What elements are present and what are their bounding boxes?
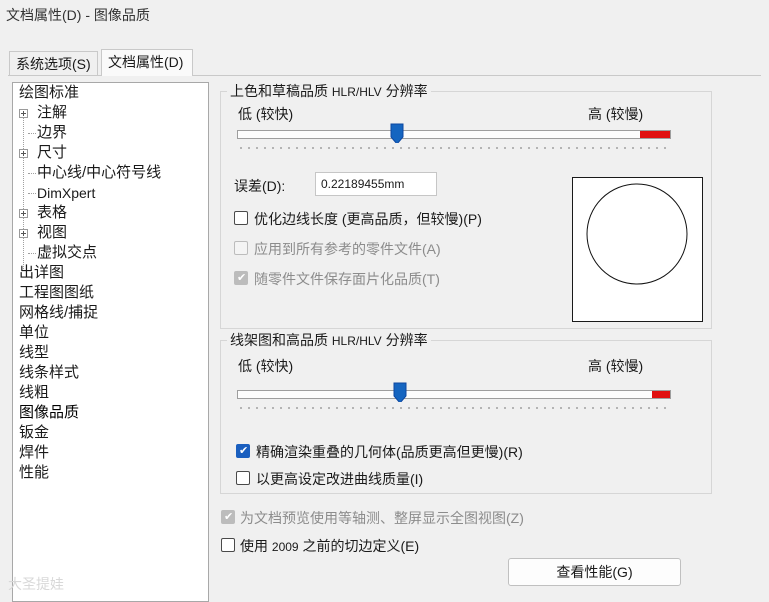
check-icon: ✔	[239, 445, 249, 457]
pre2009-text: 使用	[240, 538, 268, 554]
tab-system-options[interactable]: 系统选项(S)	[9, 51, 98, 75]
check-icon: ✔	[224, 511, 234, 523]
low-label: 低 (较快)	[238, 358, 294, 374]
tree-item-tables[interactable]: 表格	[37, 203, 67, 223]
group-title-text: HLR/HLV	[331, 334, 382, 348]
tree-item-virtual-sharps[interactable]: 虚拟交点	[37, 243, 97, 263]
group-title: 上色和草稿品质 HLR/HLV 分辨率	[227, 82, 431, 101]
precise-render-checkbox[interactable]: ✔	[236, 444, 250, 458]
group-title-text: 分辨率	[385, 332, 428, 348]
tree-item-centerlines[interactable]: 中心线/中心符号线	[37, 163, 161, 183]
shaded-quality-slider-track[interactable]	[237, 130, 671, 139]
high-label: 高 (较慢)	[588, 358, 644, 374]
tree-connector	[28, 253, 36, 254]
tree-item-line-font[interactable]: 线型	[19, 343, 49, 363]
tree-item-detailing[interactable]: 出详图	[19, 263, 64, 283]
tree-item-dimensions[interactable]: 尺寸	[37, 143, 67, 163]
shaded-quality-slider-thumb[interactable]	[390, 123, 404, 143]
tree-connector	[28, 173, 36, 174]
tree-item-line-thickness[interactable]: 线粗	[19, 383, 49, 403]
precise-render-label: 精确渲染重叠的几何体(品质更高但更慢)(R)	[256, 444, 523, 460]
watermark-logo: 大圣提娃	[8, 576, 64, 592]
tree-item-weldments[interactable]: 焊件	[19, 443, 49, 463]
tab-document-properties[interactable]: 文档属性(D)	[101, 49, 193, 76]
improve-curve-label: 以更高设定改进曲线质量(I)	[256, 471, 424, 487]
expand-icon[interactable]	[19, 209, 28, 218]
apply-all-checkbox[interactable]	[234, 241, 248, 255]
view-performance-button[interactable]: 查看性能(G)	[508, 558, 681, 586]
quality-preview	[572, 177, 703, 322]
pre2009-text: 2009	[271, 540, 299, 554]
tree-item-drafting-standard[interactable]: 绘图标准	[19, 83, 79, 103]
check-icon: ✔	[237, 272, 247, 284]
window-title: 文档属性(D) - 图像品质	[6, 7, 150, 23]
apply-all-label: 应用到所有参考的零件文件(A)	[254, 241, 441, 257]
improve-curve-checkbox[interactable]	[236, 471, 250, 485]
tree-item-annotations[interactable]: 注解	[37, 103, 67, 123]
expand-icon[interactable]	[19, 149, 28, 158]
tree-item-performance[interactable]: 性能	[19, 463, 49, 483]
tree-item-line-style[interactable]: 线条样式	[19, 363, 79, 383]
low-label: 低 (较快)	[238, 106, 294, 122]
group-title: 线架图和高品质 HLR/HLV 分辨率	[227, 331, 431, 350]
deviation-label: 误差(D):	[234, 178, 286, 194]
tree-item-drawing-sheets[interactable]: 工程图图纸	[19, 283, 94, 303]
pre2009-text: 之前的切边定义(E)	[302, 538, 420, 554]
tree-item-image-quality[interactable]: 图像品质	[19, 403, 79, 423]
expand-icon[interactable]	[19, 229, 28, 238]
options-tree[interactable]: 绘图标准 注解 边界 尺寸 中心线/中心符号线 DimXpert 表格 视图 虚…	[12, 82, 209, 602]
save-tessellation-checkbox[interactable]: ✔	[234, 271, 248, 285]
slider-ticks	[240, 407, 666, 409]
tree-item-sheet-metal[interactable]: 钣金	[19, 423, 49, 443]
tree-connector	[28, 193, 36, 194]
expand-icon[interactable]	[19, 109, 28, 118]
tree-item-borders[interactable]: 边界	[37, 123, 67, 143]
tree-item-units[interactable]: 单位	[19, 323, 49, 343]
tree-item-grid-snap[interactable]: 网格线/捕捉	[19, 303, 98, 323]
iso-preview-checkbox[interactable]: ✔	[221, 510, 235, 524]
pre2009-tangent-label: 使用 2009 之前的切边定义(E)	[240, 536, 419, 556]
wireframe-quality-slider-thumb[interactable]	[393, 382, 407, 402]
slider-ticks	[240, 147, 666, 149]
tree-connector	[23, 109, 24, 269]
tree-item-views[interactable]: 视图	[37, 223, 67, 243]
high-label: 高 (较慢)	[588, 106, 644, 122]
tree-item-dimxpert[interactable]: DimXpert	[37, 183, 95, 203]
group-title-text: HLR/HLV	[331, 85, 382, 99]
slider-high-range	[652, 391, 670, 398]
wireframe-quality-slider-track[interactable]	[237, 390, 671, 399]
pre2009-tangent-checkbox[interactable]	[221, 538, 235, 552]
slider-high-range	[640, 131, 670, 138]
save-tessellation-label: 随零件文件保存面片化品质(T)	[254, 271, 440, 287]
optimize-edge-label: 优化边线长度 (更高品质，但较慢)(P)	[254, 211, 482, 227]
group-title-text: 线架图和高品质	[230, 332, 328, 348]
iso-preview-label: 为文档预览使用等轴测、整屏显示全图视图(Z)	[240, 510, 524, 526]
tree-connector	[28, 133, 36, 134]
group-title-text: 分辨率	[385, 83, 428, 99]
preview-circle-icon	[586, 183, 688, 285]
deviation-input[interactable]: 0.22189455mm	[315, 172, 437, 196]
group-title-text: 上色和草稿品质	[230, 83, 328, 99]
optimize-edge-checkbox[interactable]	[234, 211, 248, 225]
